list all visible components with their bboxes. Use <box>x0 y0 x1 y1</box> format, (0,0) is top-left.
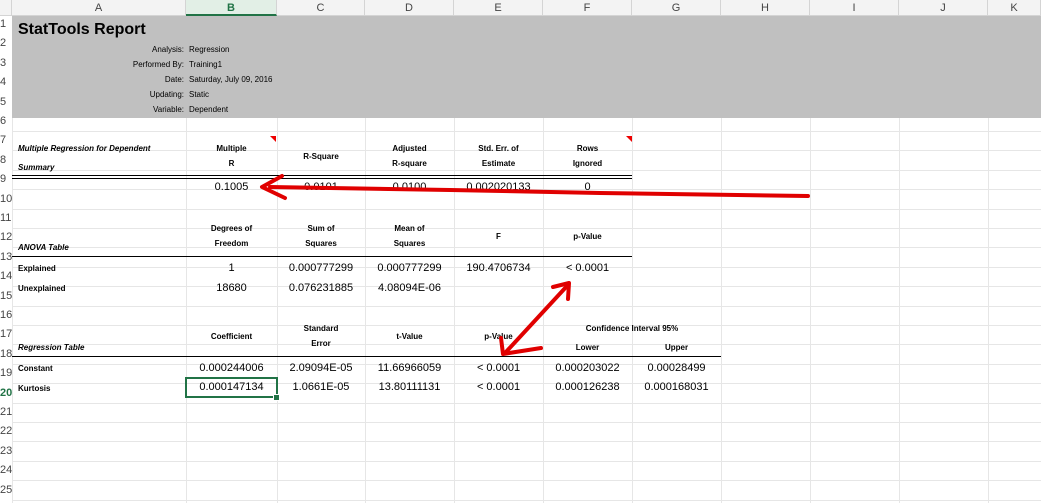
double-arrow-line <box>503 284 569 355</box>
arrow-to-multiple-r <box>268 185 810 198</box>
annotation-arrows <box>260 174 810 356</box>
arrowhead-down <box>499 336 543 356</box>
spreadsheet[interactable]: A B C D E F G H I J K 1 2 3 4 5 6 7 8 9 10 11 12 13 1… <box>0 0 1041 503</box>
